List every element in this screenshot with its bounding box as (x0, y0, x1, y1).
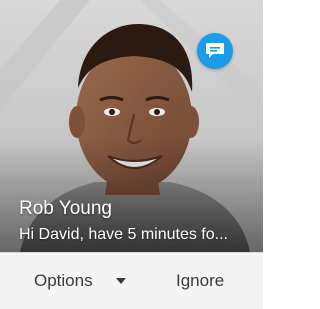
ignore-label: Ignore (176, 271, 225, 290)
options-button[interactable]: Options (24, 263, 142, 299)
message-preview: Hi David, have 5 minutes fo... (19, 226, 228, 243)
chat-badge (197, 33, 233, 69)
chat-bubble-icon (206, 43, 224, 58)
ignore-button[interactable]: Ignore (164, 263, 244, 299)
caller-name: Rob Young (19, 198, 112, 219)
caller-photo: Rob Young Hi David, have 5 minutes fo... (0, 0, 263, 252)
options-label: Options (34, 271, 93, 290)
caret-down-icon (116, 278, 126, 284)
action-bar: Options Ignore (0, 252, 263, 309)
incoming-message-toast[interactable]: Rob Young Hi David, have 5 minutes fo...… (0, 0, 263, 309)
